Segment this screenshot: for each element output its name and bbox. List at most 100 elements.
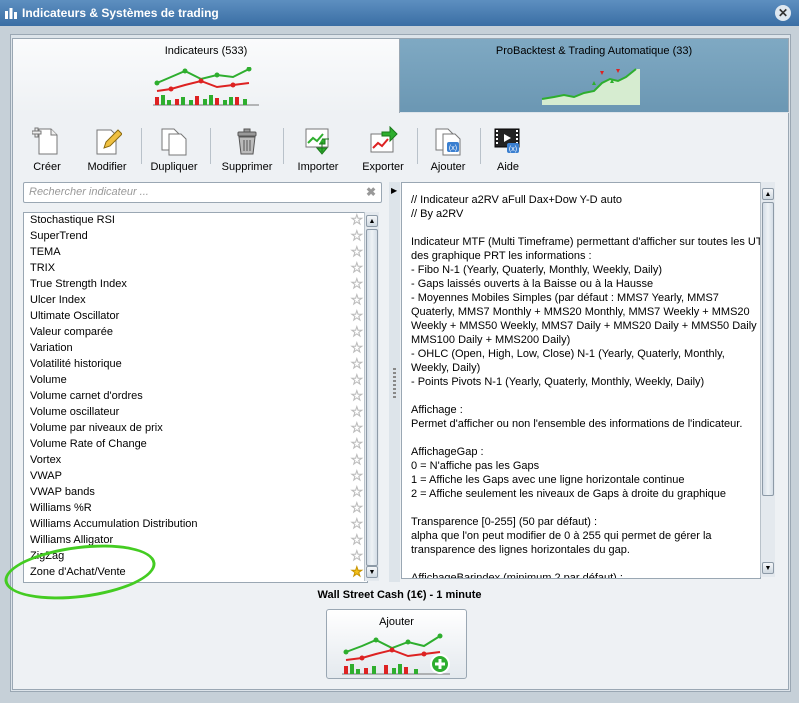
scroll-up-button[interactable]: ▲ xyxy=(366,215,378,227)
indicator-description: // Indicateur a2RV aFull Dax+Dow Y-D aut… xyxy=(401,182,761,579)
description-line: - Points Pivots N-1 (Yearly, Quaterly, M… xyxy=(411,376,705,388)
description-line: - Gaps laissés ouverts à la Baisse ou à … xyxy=(411,278,654,290)
indicator-name: Stochastique RSI xyxy=(30,214,115,226)
star-icon[interactable]: ★ xyxy=(351,228,364,243)
list-item[interactable]: VWAP bands ★ xyxy=(24,484,367,501)
add-indicator-button[interactable]: Ajouter xyxy=(326,609,467,679)
list-item[interactable]: Variation ★ xyxy=(24,340,367,357)
list-item[interactable]: Ultimate Oscillator ★ xyxy=(24,308,367,325)
description-line: Weekly, Daily) xyxy=(411,362,481,374)
star-icon[interactable]: ★ xyxy=(351,372,364,387)
star-icon[interactable]: ★ xyxy=(351,436,364,451)
description-line: Weekly + MMS50 Weekly, MMS7 Daily + MMS2… xyxy=(411,320,761,332)
indicator-name: Variation xyxy=(30,342,73,354)
create-icon xyxy=(32,127,58,155)
indicator-name: TEMA xyxy=(30,246,61,258)
description-line: Affichage : xyxy=(411,404,463,416)
star-icon[interactable]: ★ xyxy=(351,468,364,483)
indicator-name: Volume oscillateur xyxy=(30,406,120,418)
star-icon[interactable]: ★ xyxy=(351,420,364,435)
indicator-name: Volume Rate of Change xyxy=(30,438,147,450)
edit-button[interactable]: Modifier xyxy=(75,124,139,174)
edit-icon xyxy=(96,129,122,155)
desc-scroll-thumb[interactable] xyxy=(762,202,774,496)
star-icon[interactable]: ★ xyxy=(351,532,364,547)
description-line: MMS100 Daily + MMS200 Daily) xyxy=(411,334,571,346)
desc-scroll-down-button[interactable]: ▼ xyxy=(762,562,774,574)
indicator-list-scrollbar[interactable]: ▲ ▼ xyxy=(364,212,379,581)
description-line: Transparence [0-255] (50 par défaut) : xyxy=(411,516,598,528)
description-line: // Indicateur a2RV aFull Dax+Dow Y-D aut… xyxy=(411,194,623,206)
star-icon[interactable]: ★ xyxy=(351,404,364,419)
star-icon[interactable]: ★ xyxy=(351,356,364,371)
star-icon[interactable]: ★ xyxy=(351,244,364,259)
add-toolbar-button[interactable]: (x) Ajouter xyxy=(416,124,480,174)
list-item[interactable]: Volume par niveaux de prix ★ xyxy=(24,420,367,437)
create-label: Créer xyxy=(33,161,61,173)
svg-text:(x): (x) xyxy=(509,146,517,153)
description-line: - OHLC (Open, High, Low, Close) N-1 (Yea… xyxy=(411,348,725,360)
backtest-chart-icon xyxy=(541,68,640,105)
list-item[interactable]: Valeur comparée ★ xyxy=(24,324,367,341)
list-item[interactable]: Volume Rate of Change ★ xyxy=(24,436,367,453)
desc-scroll-up-button[interactable]: ▲ xyxy=(762,188,774,200)
list-item[interactable]: Williams %R ★ xyxy=(24,500,367,517)
instrument-caption: Wall Street Cash (1€) - 1 minute xyxy=(317,589,482,601)
star-icon[interactable]: ★ xyxy=(351,324,364,339)
clear-search-icon[interactable]: ✖ xyxy=(366,185,376,199)
indicator-name: TRIX xyxy=(30,262,56,274)
star-icon[interactable]: ★ xyxy=(351,516,364,531)
indicator-name: Volume xyxy=(30,374,67,386)
star-icon[interactable]: ★ xyxy=(351,500,364,515)
delete-button[interactable]: Supprimer xyxy=(215,124,279,174)
description-scrollbar[interactable]: ▲ ▼ xyxy=(760,182,775,577)
list-item[interactable]: Volume oscillateur ★ xyxy=(24,404,367,421)
list-item[interactable]: Volatilité historique ★ xyxy=(24,356,367,373)
duplicate-button[interactable]: Dupliquer xyxy=(142,124,206,174)
star-icon[interactable]: ★ xyxy=(351,340,364,355)
help-button[interactable]: (x) Aide xyxy=(476,124,540,174)
list-item[interactable]: Stochastique RSI ★ xyxy=(24,213,367,229)
star-icon[interactable]: ★ xyxy=(351,388,364,403)
collapse-arrow-icon[interactable]: ▶ xyxy=(391,186,397,195)
list-item[interactable]: TRIX ★ xyxy=(24,260,367,277)
close-icon[interactable]: ✕ xyxy=(775,5,791,21)
list-item[interactable]: True Strength Index ★ xyxy=(24,276,367,293)
star-icon[interactable]: ★ xyxy=(351,213,364,227)
description-line: Quaterly, MMS7 Monthly + MMS20 Monthly, … xyxy=(411,306,750,318)
tab-indicators[interactable]: Indicateurs (533) xyxy=(12,38,400,114)
star-icon[interactable]: ★ xyxy=(351,308,364,323)
list-item[interactable]: SuperTrend ★ xyxy=(24,228,367,245)
indicator-list[interactable]: Stochastique RSI ★ SuperTrend ★ TEMA ★ TRIX ★ Tr… xyxy=(23,212,368,583)
star-icon[interactable]: ★ xyxy=(351,452,364,467)
list-item[interactable]: Ulcer Index ★ xyxy=(24,292,367,309)
export-icon xyxy=(370,126,398,153)
indicator-name: Volume par niveaux de prix xyxy=(30,422,163,434)
panel-splitter[interactable]: ▶ xyxy=(389,182,400,582)
tab-indicators-label: Indicateurs (533) xyxy=(164,45,248,57)
list-item[interactable]: VWAP ★ xyxy=(24,468,367,485)
list-item[interactable]: Vortex ★ xyxy=(24,452,367,469)
export-button[interactable]: Exporter xyxy=(351,124,415,174)
list-item[interactable]: TEMA ★ xyxy=(24,244,367,261)
create-button[interactable]: Créer xyxy=(15,124,79,174)
scroll-down-button[interactable]: ▼ xyxy=(366,566,378,578)
import-button[interactable]: Importer xyxy=(286,124,350,174)
star-icon[interactable]: ★ xyxy=(351,260,364,275)
indicator-chart-icon xyxy=(153,67,259,106)
add-toolbar-label: Ajouter xyxy=(430,161,466,173)
indicator-name: Ultimate Oscillator xyxy=(30,310,120,322)
title-bar[interactable]: Indicateurs & Systèmes de trading ✕ xyxy=(0,0,799,26)
search-input[interactable]: Rechercher indicateur ... ✖ xyxy=(23,182,382,203)
list-item[interactable]: Williams Accumulation Distribution ★ xyxy=(24,516,367,533)
list-item[interactable]: Volume carnet d'ordres ★ xyxy=(24,388,367,405)
scroll-thumb[interactable] xyxy=(366,229,378,566)
description-line: alpha que l'on peut modifier de 0 à 255 … xyxy=(411,530,712,542)
star-icon[interactable]: ★ xyxy=(351,548,364,563)
favorite-star-icon[interactable]: ★ xyxy=(351,564,364,579)
tab-probacktest[interactable]: ProBacktest & Trading Automatique (33) xyxy=(399,38,789,112)
star-icon[interactable]: ★ xyxy=(351,276,364,291)
star-icon[interactable]: ★ xyxy=(351,484,364,499)
list-item[interactable]: Volume ★ xyxy=(24,372,367,389)
star-icon[interactable]: ★ xyxy=(351,292,364,307)
